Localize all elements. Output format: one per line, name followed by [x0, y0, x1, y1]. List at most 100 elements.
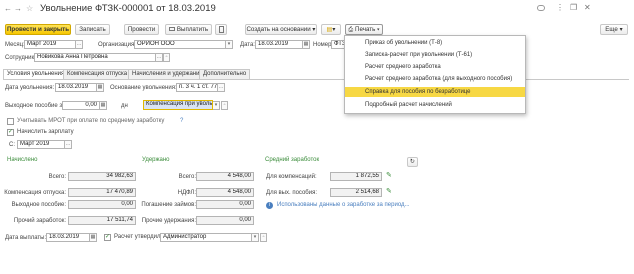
print-button[interactable]: ⎙ Печать ▾ — [345, 24, 383, 35]
severance-pay-label: Выходное пособие: — [11, 202, 66, 208]
approved-field[interactable]: Администратор — [160, 233, 252, 242]
link-icon[interactable] — [537, 5, 545, 11]
refresh-button[interactable]: ↻ — [407, 157, 418, 167]
accrue-salary-label: Начислить зарплату — [17, 129, 74, 135]
pay-icon — [168, 27, 175, 32]
pay-date-label: Дата выплаты: — [5, 235, 47, 241]
number-field[interactable]: ФТЗ — [331, 40, 345, 49]
basis-field[interactable]: п. 3 ч. 1 ст. 77 — [176, 83, 218, 92]
info-icon: i — [266, 202, 273, 209]
restore-icon[interactable]: ❐ — [570, 3, 577, 12]
from-month-select-button[interactable]: … — [65, 140, 72, 149]
approved-open-button[interactable]: ▫ — [260, 233, 267, 242]
pay-date-field[interactable]: 18.03.2019 — [46, 233, 90, 242]
ndfl-label: НДФЛ: — [177, 190, 196, 196]
date-field[interactable]: 18.03.2019 — [255, 40, 303, 49]
approved-checkbox[interactable]: ✓ — [104, 234, 111, 241]
print-menu-item-highlighted[interactable]: Справка для пособия по безработице — [345, 87, 525, 97]
calendar-icon[interactable]: ▦ — [97, 83, 104, 92]
severance-type-field[interactable]: Компенсация при увольн — [143, 100, 213, 110]
dismissal-date-field[interactable]: 18.03.2019 — [55, 83, 97, 92]
employee-open-button[interactable]: ▫ — [163, 53, 170, 62]
other-deductions-field: 0,00 — [196, 216, 254, 225]
other-earnings-field: 17 511,74 — [68, 216, 136, 225]
print-menu-item[interactable]: Расчет среднего заработка — [345, 62, 525, 72]
create-based-label: Создать на основании — [246, 26, 311, 33]
severance-pay-field: 0,00 — [68, 200, 136, 209]
tab-accruals-deductions[interactable]: Начисления и удержания — [128, 69, 207, 79]
accrued-total-field: 34 982,63 — [68, 172, 136, 181]
employee-label: Сотрудник: — [5, 55, 36, 61]
reports-button[interactable]: ▤▾ — [321, 24, 341, 35]
print-menu-item[interactable]: Расчет среднего заработка (для выходного… — [345, 74, 525, 84]
post-button[interactable]: Провести — [124, 24, 159, 35]
refresh-icon: ↻ — [409, 158, 416, 165]
avg-comp-field: 1 872,55 — [330, 172, 382, 181]
severance-type-open-button[interactable]: ▫ — [221, 101, 228, 110]
from-label: С: — [9, 142, 15, 148]
avg-comp-label: Для компенсаций: — [266, 174, 317, 180]
accrued-total-label: Всего: — [48, 174, 66, 180]
print-menu: Приказ об увольнении (Т-8) Записка-расче… — [344, 35, 526, 114]
mrot-label: Учитывать МРОТ при оплате по среднему за… — [17, 118, 165, 124]
calendar-icon[interactable]: ▦ — [303, 40, 310, 49]
month-select-button[interactable]: … — [76, 40, 83, 49]
tab-underline — [3, 79, 629, 80]
mrot-checkbox[interactable] — [7, 118, 14, 125]
calendar-icon[interactable]: ▦ — [90, 233, 97, 242]
edit-pencil-icon[interactable]: ✎ — [386, 172, 392, 179]
avg-severance-field: 2 514,68 — [330, 188, 382, 197]
pay-button-label: Выплатить — [176, 26, 209, 33]
accrued-title: Начислено — [7, 157, 38, 163]
vacation-comp-field: 17 470,89 — [68, 188, 136, 197]
create-based-button[interactable]: Создать на основании ▾ — [245, 24, 317, 35]
more-button-label: Еще — [605, 26, 618, 33]
withheld-total-field: 4 548,00 — [196, 172, 254, 181]
month-field[interactable]: Март 2019 — [24, 40, 76, 49]
chevron-down-icon: ▾ — [332, 26, 336, 33]
tab-additional[interactable]: Дополнительно — [199, 69, 251, 79]
from-month-field[interactable]: Март 2019 — [17, 140, 65, 149]
tab-vacation-compensation[interactable]: Компенсация отпуска — [63, 69, 132, 79]
doc-icon-button[interactable] — [215, 24, 227, 35]
organization-field[interactable]: ОРИОН ООО — [134, 40, 226, 49]
employee-select-button[interactable]: … — [156, 53, 163, 62]
withheld-total-label: Всего: — [178, 174, 196, 180]
print-button-label: Печать — [355, 26, 376, 33]
print-menu-item[interactable]: Подробный расчет начислений — [345, 100, 525, 110]
withheld-title: Удержано — [142, 157, 170, 163]
pay-button[interactable]: Выплатить — [165, 24, 212, 35]
employee-field[interactable]: Новикова Анна Петровна — [34, 53, 156, 62]
print-menu-item[interactable]: Записка-расчет при увольнении (Т-61) — [345, 50, 525, 60]
edit-pencil-icon[interactable]: ✎ — [386, 188, 392, 195]
loans-field: 0,00 — [196, 200, 254, 209]
forward-icon[interactable]: → — [14, 4, 22, 13]
page-title: Увольнение ФТЗК-000001 от 18.03.2019 — [40, 3, 216, 14]
printer-icon: ⎙ — [348, 26, 354, 33]
more-dots-icon[interactable]: ⋮ — [556, 3, 564, 12]
basis-select-button[interactable]: … — [218, 83, 225, 92]
severance-days-field[interactable]: 0,00 — [62, 101, 100, 110]
approved-label: Расчет утвердил: — [114, 234, 163, 240]
save-button[interactable]: Записать — [75, 24, 110, 35]
severance-days-stepper[interactable]: ▦ — [100, 101, 107, 110]
accrue-salary-checkbox[interactable]: ✓ — [7, 129, 14, 136]
more-button[interactable]: Еще ▾ — [600, 24, 628, 35]
earnings-period-link[interactable]: Использованы данные о заработке за перио… — [277, 201, 410, 209]
severance-label: Выходное пособие за: — [5, 103, 68, 109]
days-unit-label: дн — [121, 103, 128, 109]
back-icon[interactable]: ← — [4, 4, 12, 13]
print-menu-item[interactable]: Приказ об увольнении (Т-8) — [345, 38, 525, 48]
date-label: Дата: — [240, 42, 255, 48]
organization-select-button[interactable]: ▾ — [226, 40, 233, 49]
close-icon[interactable]: ✕ — [584, 3, 591, 12]
basis-label: Основание увольнения: — [110, 85, 177, 91]
loans-label: Погашение займов: — [141, 202, 196, 208]
approved-select-button[interactable]: ▾ — [252, 233, 259, 242]
chevron-down-icon: ▾ — [312, 26, 316, 33]
severance-type-select-button[interactable]: ▾ — [213, 101, 220, 110]
favorite-star-icon[interactable]: ☆ — [26, 4, 33, 13]
help-icon[interactable]: ? — [180, 117, 183, 125]
avg-severance-label: Для вых. пособия: — [266, 190, 318, 196]
post-and-close-button[interactable]: Провести и закрыть — [5, 24, 71, 35]
